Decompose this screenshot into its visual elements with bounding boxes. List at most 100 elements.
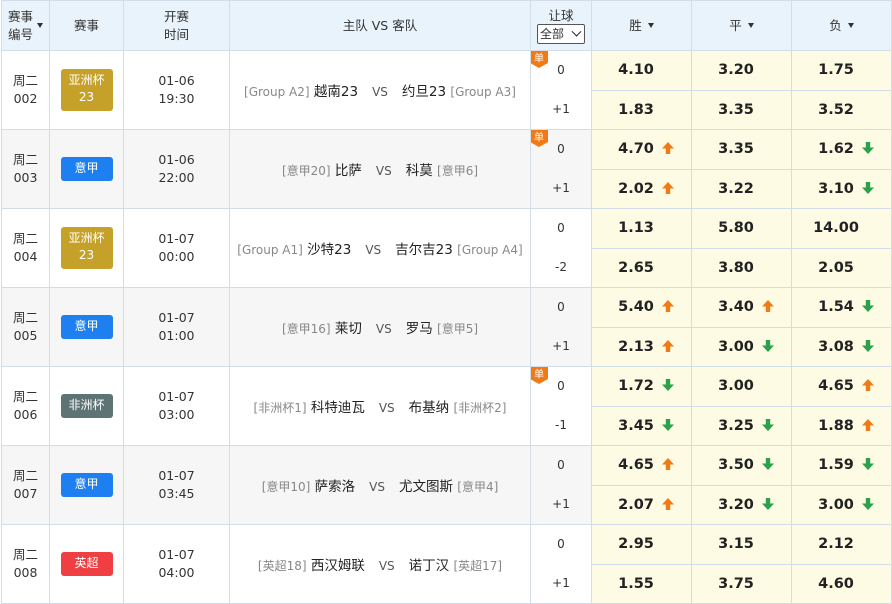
odds-win-cell[interactable]: 2.95 bbox=[591, 524, 692, 565]
odds-lose-cell[interactable]: 14.00 bbox=[791, 208, 892, 249]
league-badge[interactable]: 意甲 bbox=[60, 315, 113, 339]
arrow-up-icon bbox=[861, 379, 874, 392]
odds-win-cell[interactable]: 2.65 bbox=[591, 247, 692, 288]
odds-draw-cell[interactable]: 3.15 bbox=[691, 524, 792, 565]
odds-lose-cell[interactable]: 2.05 bbox=[791, 247, 892, 288]
odds-win-cell[interactable]: 3.45 bbox=[591, 405, 692, 446]
odds-draw-cell[interactable]: 3.00 bbox=[691, 326, 792, 367]
away-rank: [英超17] bbox=[453, 559, 503, 573]
odds-win-cell[interactable]: 4.10 bbox=[591, 50, 692, 91]
odds-win-cell[interactable]: 1.83 bbox=[591, 89, 692, 130]
arrow-up-icon bbox=[661, 142, 674, 155]
home-team-link[interactable]: 萨索洛 bbox=[315, 479, 356, 495]
handicap-cell: 0 +1 bbox=[530, 524, 592, 604]
match-number: 周二 005 bbox=[1, 287, 50, 367]
odds-draw-cell[interactable]: 5.80 bbox=[691, 208, 792, 249]
odds-value: 4.10 bbox=[618, 62, 654, 79]
header-lose[interactable]: 负 bbox=[791, 0, 892, 51]
away-rank: [意甲6] bbox=[437, 164, 479, 178]
home-rank: [意甲20] bbox=[281, 164, 331, 178]
odds-draw-cell[interactable]: 3.20 bbox=[691, 50, 792, 91]
away-rank: [非洲杯2] bbox=[453, 401, 507, 415]
away-team-link[interactable]: 罗马 bbox=[406, 321, 433, 337]
odds-win-cell[interactable]: 4.70 bbox=[591, 129, 692, 170]
odds-lose-cell[interactable]: 1.54 bbox=[791, 287, 892, 328]
odds-win-cell[interactable]: 1.55 bbox=[591, 563, 692, 604]
odds-lose-cell[interactable]: 3.52 bbox=[791, 89, 892, 130]
home-team-link[interactable]: 沙特23 bbox=[307, 242, 351, 258]
odds-lose-cell[interactable]: 1.75 bbox=[791, 50, 892, 91]
kickoff-time: 01-07 01:00 bbox=[123, 287, 230, 367]
odds-lose-cell[interactable]: 1.59 bbox=[791, 445, 892, 486]
odds-win-cell[interactable]: 1.72 bbox=[591, 366, 692, 407]
league-badge[interactable]: 意甲 bbox=[60, 473, 113, 497]
odds-draw-cell[interactable]: 3.35 bbox=[691, 129, 792, 170]
handicap-value: 0 bbox=[557, 221, 565, 235]
arrow-up-icon bbox=[661, 497, 674, 510]
odds-draw-cell[interactable]: 3.50 bbox=[691, 445, 792, 486]
home-rank: [英超18] bbox=[257, 559, 307, 573]
odds-draw-cell[interactable]: 3.00 bbox=[691, 366, 792, 407]
match-number: 周二 006 bbox=[1, 366, 50, 446]
odds-lose-cell[interactable]: 1.62 bbox=[791, 129, 892, 170]
odds-win-cell[interactable]: 2.07 bbox=[591, 484, 692, 525]
odds-lose-cell[interactable]: 3.08 bbox=[791, 326, 892, 367]
handicap-filter-select[interactable]: 全部 bbox=[537, 23, 585, 44]
odds-win-cell[interactable]: 2.13 bbox=[591, 326, 692, 367]
svg-text:单: 单 bbox=[534, 53, 544, 65]
odds-lose-cell[interactable]: 2.12 bbox=[791, 524, 892, 565]
away-team-link[interactable]: 尤文图斯 bbox=[399, 479, 453, 495]
odds-lose-cell[interactable]: 3.10 bbox=[791, 168, 892, 209]
header-win[interactable]: 胜 bbox=[591, 0, 692, 51]
odds-draw-cell[interactable]: 3.35 bbox=[691, 89, 792, 130]
odds-win-cell[interactable]: 5.40 bbox=[591, 287, 692, 328]
match-number: 周二 007 bbox=[1, 445, 50, 525]
match-number: 周二 002 bbox=[1, 50, 50, 130]
league-badge[interactable]: 亚洲杯 23 bbox=[60, 69, 113, 111]
table-row: 周二 004 亚洲杯 23 01-07 00:00 [Group A1] 沙特23 VS 吉尔吉… bbox=[1, 208, 892, 288]
odds-lose-cell[interactable]: 4.65 bbox=[791, 366, 892, 407]
odds-draw-cell[interactable]: 3.20 bbox=[691, 484, 792, 525]
away-team-link[interactable]: 约旦23 bbox=[402, 84, 446, 100]
kickoff-time: 01-07 04:00 bbox=[123, 524, 230, 604]
odds-lose-cell[interactable]: 4.60 bbox=[791, 563, 892, 604]
away-team-link[interactable]: 布基纳 bbox=[409, 400, 450, 416]
league-badge[interactable]: 非洲杯 bbox=[60, 394, 113, 418]
odds-draw-cell[interactable]: 3.80 bbox=[691, 247, 792, 288]
odds-value: 3.00 bbox=[718, 338, 754, 355]
away-team-link[interactable]: 吉尔吉23 bbox=[395, 242, 453, 258]
odds-lose-cell[interactable]: 1.88 bbox=[791, 405, 892, 446]
odds-value: 5.80 bbox=[718, 220, 754, 237]
handicap-value: +1 bbox=[552, 181, 570, 195]
league-badge[interactable]: 英超 bbox=[60, 552, 113, 576]
home-team-link[interactable]: 科特迪瓦 bbox=[311, 400, 365, 416]
odds-lose-cell[interactable]: 3.00 bbox=[791, 484, 892, 525]
match-teams: [Group A2] 越南23 VS 约旦23 [Group A3] bbox=[229, 50, 531, 130]
table-row: 周二 007 意甲 01-07 03:45 [意甲10] 萨索洛 VS 尤文图斯 [意甲4] 0… bbox=[1, 445, 892, 525]
odds-draw-cell[interactable]: 3.25 bbox=[691, 405, 792, 446]
odds-draw-cell[interactable]: 3.22 bbox=[691, 168, 792, 209]
svg-text:单: 单 bbox=[534, 369, 544, 381]
odds-win-cell[interactable]: 2.02 bbox=[591, 168, 692, 209]
home-team-link[interactable]: 比萨 bbox=[335, 163, 362, 179]
arrow-down-icon bbox=[661, 379, 674, 392]
home-team-link[interactable]: 莱切 bbox=[335, 321, 362, 337]
odds-value: 3.00 bbox=[818, 496, 854, 513]
odds-win-cell[interactable]: 4.65 bbox=[591, 445, 692, 486]
away-team-link[interactable]: 诺丁汉 bbox=[409, 558, 450, 574]
odds-win-cell[interactable]: 1.13 bbox=[591, 208, 692, 249]
vs-label: VS bbox=[372, 85, 388, 99]
odds-draw-cell[interactable]: 3.75 bbox=[691, 563, 792, 604]
match-number: 周二 008 bbox=[1, 524, 50, 604]
odds-value: 3.40 bbox=[718, 299, 754, 316]
away-team-link[interactable]: 科莫 bbox=[406, 163, 433, 179]
league-badge[interactable]: 意甲 bbox=[60, 157, 113, 181]
odds-draw-cell[interactable]: 3.40 bbox=[691, 287, 792, 328]
header-match-no[interactable]: 赛事 编号 bbox=[1, 0, 50, 51]
odds-value: 5.40 bbox=[618, 299, 654, 316]
home-team-link[interactable]: 西汉姆联 bbox=[311, 558, 365, 574]
odds-value: 4.60 bbox=[818, 575, 854, 592]
home-team-link[interactable]: 越南23 bbox=[314, 84, 358, 100]
header-draw[interactable]: 平 bbox=[691, 0, 792, 51]
league-badge[interactable]: 亚洲杯 23 bbox=[60, 227, 113, 269]
